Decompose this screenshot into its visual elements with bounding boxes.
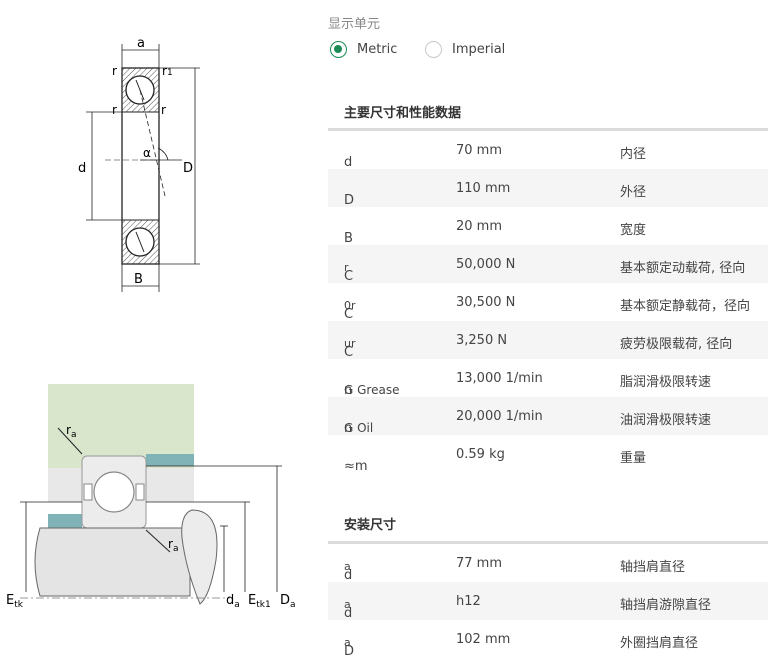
contact-angle-label: α bbox=[143, 146, 151, 160]
row-symbol: da bbox=[344, 598, 353, 621]
row-value: 70 mm bbox=[456, 143, 503, 158]
row-symbol: Da bbox=[344, 636, 355, 657]
dim-etk-label: Etk bbox=[6, 593, 24, 610]
row-description: 基本额定静载荷，径向 bbox=[620, 299, 751, 314]
dim-etk1-label: Etk1 bbox=[248, 593, 271, 610]
dim-Da-label: Da bbox=[280, 593, 296, 610]
row-value: 30,500 N bbox=[456, 295, 516, 310]
radio-metric[interactable]: Metric bbox=[330, 41, 397, 58]
table-row: Cr 50,000 N 基本额定动载荷, 径向 bbox=[328, 245, 768, 284]
row-value: 110 mm bbox=[456, 181, 511, 196]
row-description: 宽度 bbox=[620, 223, 647, 238]
bearing-cross-section-diagram: a r r r r1 d D α B bbox=[78, 36, 200, 292]
dim-r1-label: r1 bbox=[162, 64, 173, 78]
radio-unselected-icon[interactable] bbox=[425, 41, 442, 58]
row-description: 基本额定动载荷, 径向 bbox=[620, 261, 746, 276]
dim-D-label: D bbox=[183, 161, 193, 176]
data-panel: 显示单元 Metric Imperial 主要尺寸和性能数据 d 70 mm 内… bbox=[328, 0, 768, 657]
diagram-panel: a r r r r1 d D α B ra ra Etk da Etk1 Da bbox=[0, 0, 320, 657]
row-symbol: Cr bbox=[344, 261, 354, 284]
row-value: 0.59 kg bbox=[456, 447, 505, 462]
units-label: 显示单元 bbox=[328, 17, 381, 32]
section-title-mounting: 安装尺寸 bbox=[344, 518, 397, 533]
table-row: nG Grease 13,000 1/min 脂润滑极限转速 bbox=[344, 371, 712, 398]
table-row: da h12 轴挡肩游隙直径 bbox=[328, 582, 768, 621]
dim-r-label: r bbox=[161, 103, 166, 117]
row-symbol: C 0r bbox=[344, 299, 356, 322]
table-row: da 77 mm 轴挡肩直径 bbox=[328, 544, 768, 583]
row-value: 20,000 1/min bbox=[456, 409, 543, 424]
table-row: B 20 mm 宽度 bbox=[344, 219, 647, 246]
dim-r-label: r bbox=[112, 103, 117, 117]
row-value: 20 mm bbox=[456, 219, 503, 234]
row-value: 3,250 N bbox=[456, 333, 508, 348]
table-row: nG Oil 20,000 1/min 油润滑极限转速 bbox=[328, 397, 768, 436]
table-row: D 110 mm 外径 bbox=[328, 169, 768, 208]
table-row: d 70 mm 内径 bbox=[344, 143, 647, 170]
row-value: 102 mm bbox=[456, 632, 511, 647]
row-value: 13,000 1/min bbox=[456, 371, 543, 386]
radio-selected-icon[interactable] bbox=[330, 41, 347, 58]
table-row: Cur 3,250 N 疲劳极限载荷, 径向 bbox=[328, 321, 768, 360]
dim-d-label: d bbox=[78, 161, 86, 176]
section-title-main: 主要尺寸和性能数据 bbox=[344, 106, 462, 121]
row-value: h12 bbox=[456, 594, 481, 609]
dim-B-label: B bbox=[134, 272, 143, 287]
row-description: 轴挡肩游隙直径 bbox=[620, 598, 712, 613]
table-row: Da 102 mm 外圈挡肩直径 bbox=[328, 620, 768, 657]
row-symbol: Cur bbox=[344, 337, 356, 360]
dim-r-label: r bbox=[112, 64, 117, 78]
row-description: 外圈挡肩直径 bbox=[620, 636, 699, 651]
row-description: 油润滑极限转速 bbox=[620, 413, 712, 428]
mounting-dimensions-diagram: ra ra Etk da Etk1 Da bbox=[6, 384, 296, 610]
row-symbol: da bbox=[344, 560, 353, 583]
table-row: C 0r 30,500 N 基本额定静载荷，径向 bbox=[328, 283, 768, 322]
row-value: 50,000 N bbox=[456, 257, 516, 272]
row-description: 内径 bbox=[620, 147, 647, 162]
row-description: 轴挡肩直径 bbox=[620, 560, 686, 575]
row-description: 疲劳极限载荷, 径向 bbox=[620, 337, 733, 352]
row-description: 脂润滑极限转速 bbox=[620, 375, 712, 390]
row-description: 外径 bbox=[620, 185, 647, 200]
row-value: 77 mm bbox=[456, 556, 503, 571]
dim-a-label: a bbox=[137, 36, 145, 51]
radio-imperial[interactable]: Imperial bbox=[425, 41, 505, 58]
row-description: 重量 bbox=[620, 451, 647, 466]
table-row: ≈m 0.59 kg 重量 bbox=[344, 447, 647, 474]
dim-da-label: da bbox=[226, 593, 240, 610]
radio-metric-label: Metric bbox=[357, 42, 398, 57]
radio-imperial-label: Imperial bbox=[452, 42, 506, 57]
